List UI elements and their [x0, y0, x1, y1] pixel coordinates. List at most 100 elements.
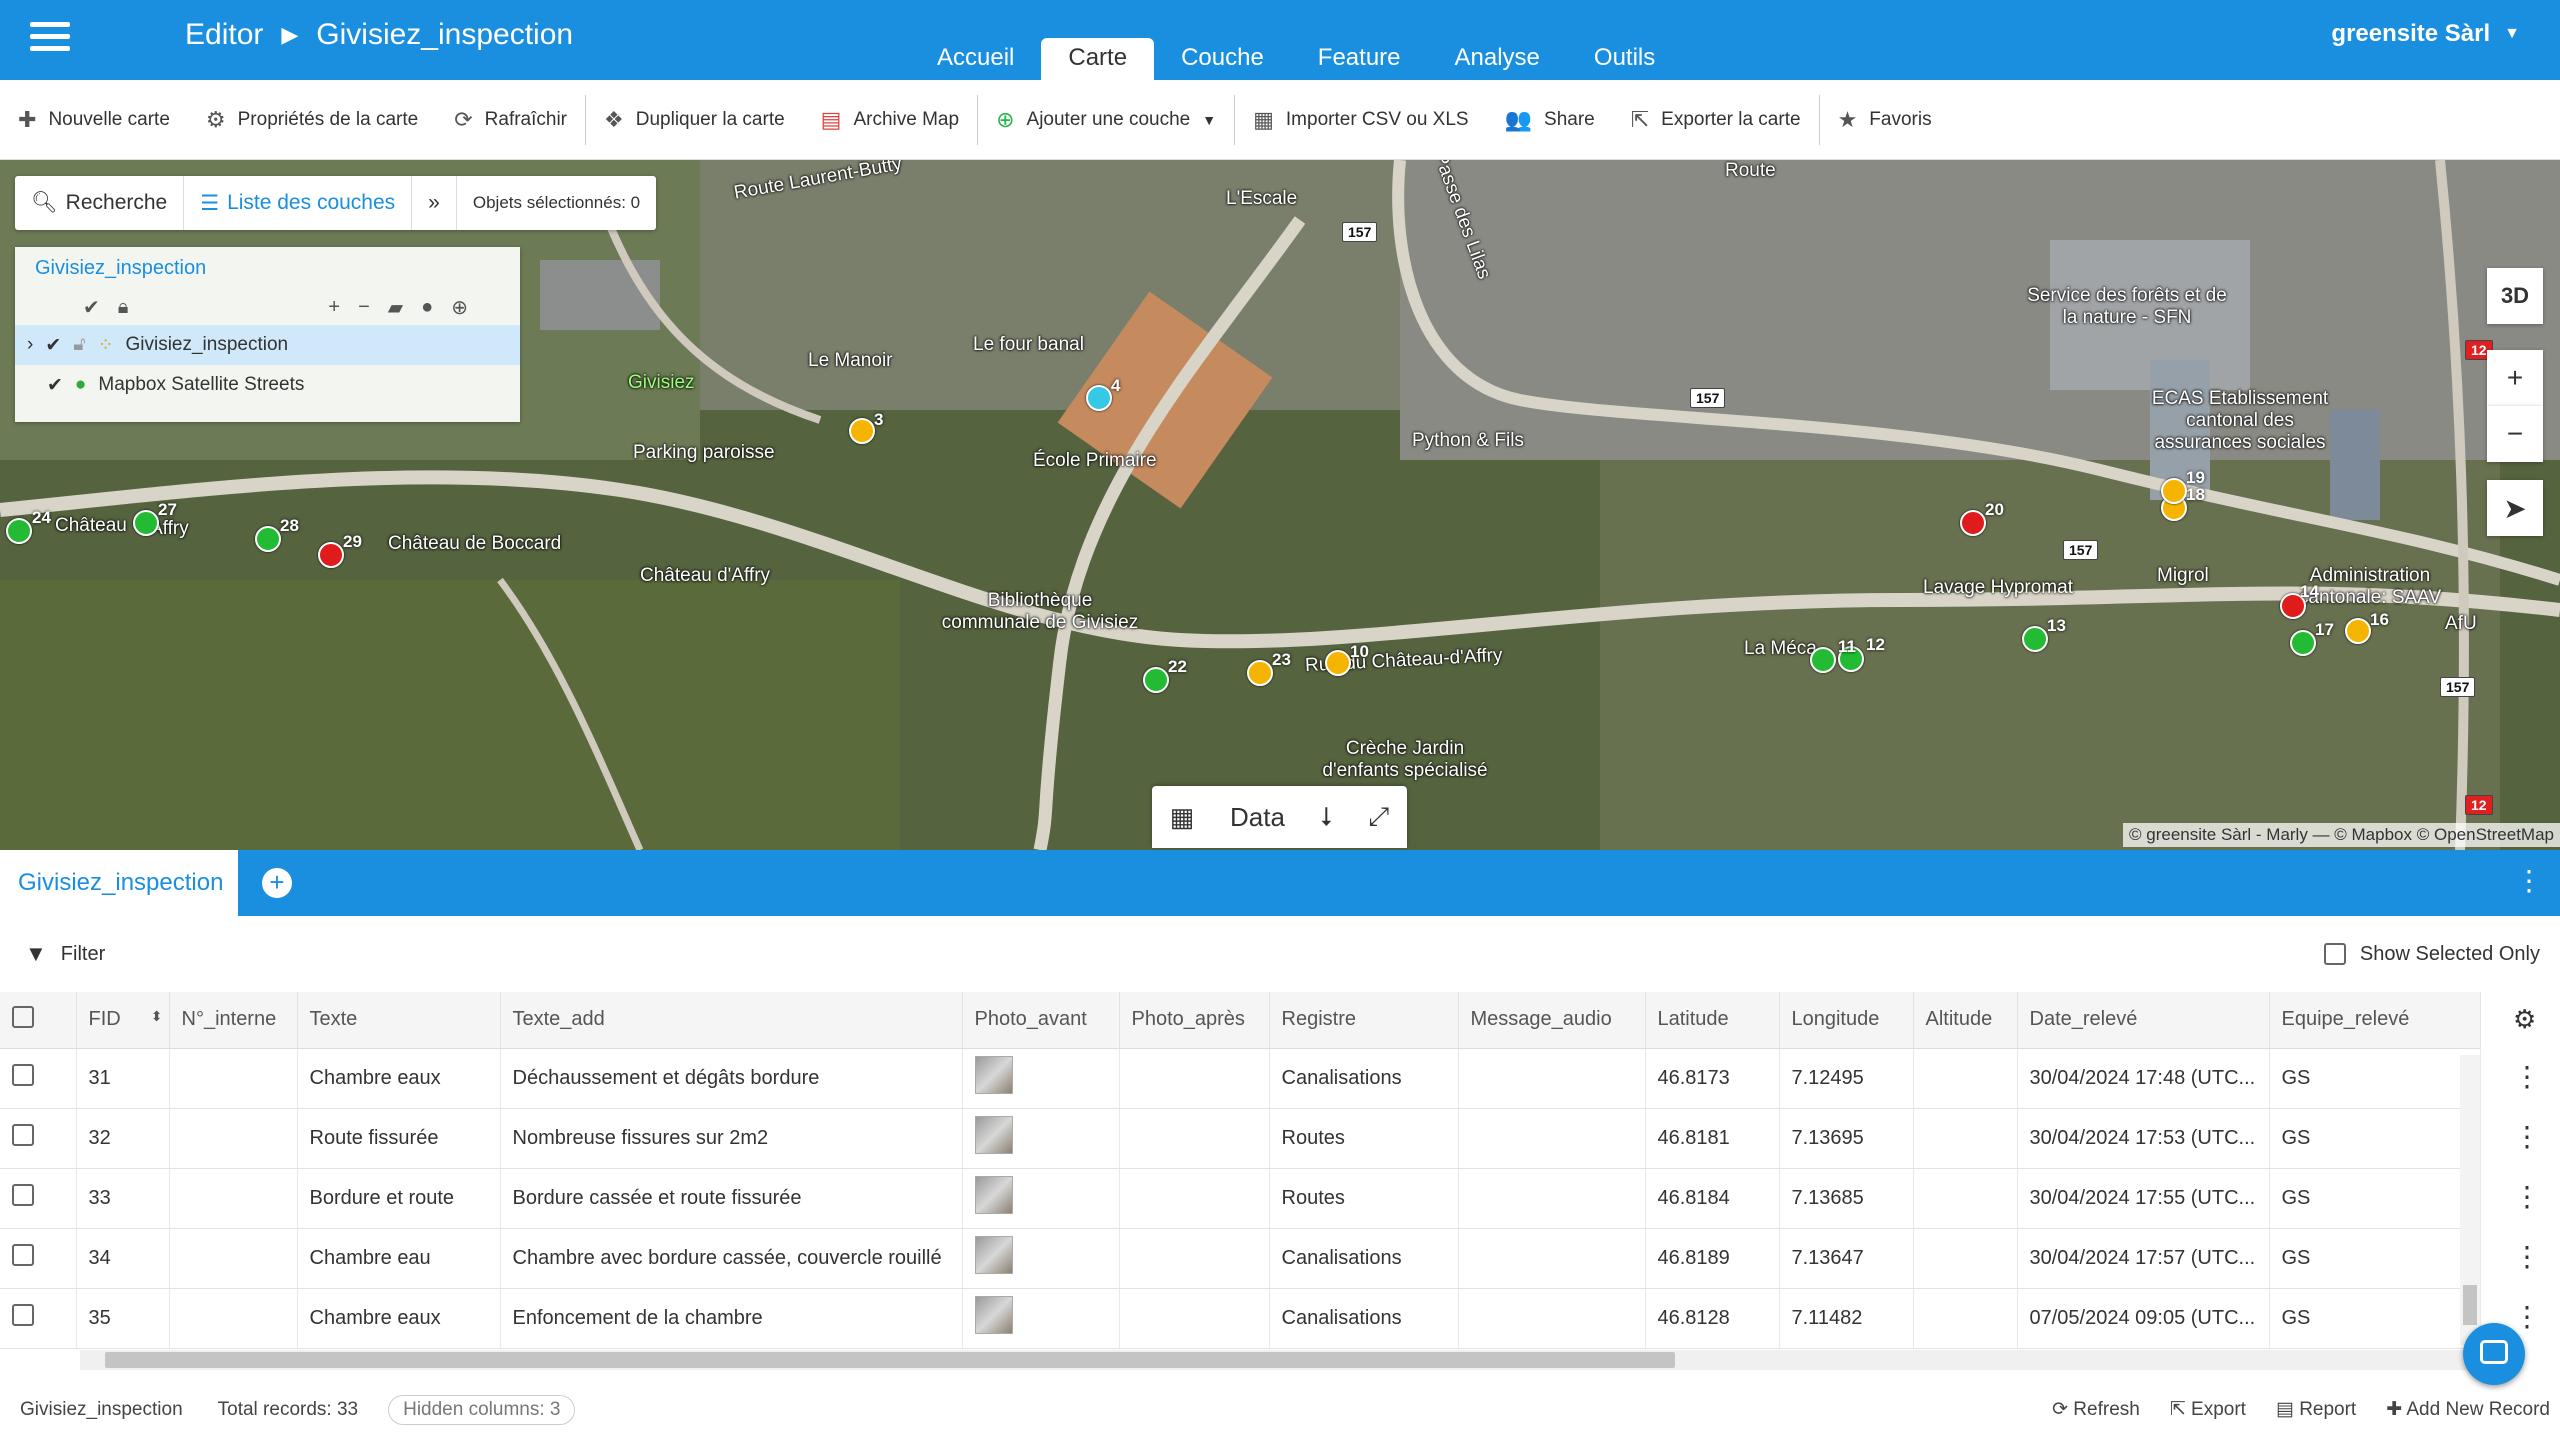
photo-avant-cell[interactable] — [962, 1048, 1120, 1109]
column-header[interactable]: Latitude — [1645, 992, 1780, 1049]
add-record-button[interactable]: ✚ Add New Record — [2386, 1398, 2550, 1421]
longitude-cell[interactable]: 7.13695 — [1779, 1108, 1914, 1169]
archive-map-button[interactable]: ▤ Archive Map — [803, 94, 979, 145]
registre-cell[interactable]: Canalisations — [1269, 1228, 1459, 1289]
row-checkbox[interactable] — [12, 1244, 34, 1266]
point-28-dot[interactable] — [255, 526, 281, 552]
date-cell[interactable]: 30/04/2024 17:53 (UTC... — [2017, 1108, 2270, 1169]
layer-row-givisiez[interactable]: › ✔ 🔓︎ ⁘ Givisiez_inspection — [15, 325, 520, 365]
map-properties-button[interactable]: ⚙ Propriétés de la carte — [188, 95, 436, 145]
chevron-right-icon[interactable]: › — [27, 334, 33, 356]
altitude-cell[interactable] — [1913, 1228, 2018, 1289]
photo-apres-cell[interactable] — [1119, 1288, 1270, 1349]
equipe-cell[interactable]: GS — [2269, 1108, 2481, 1169]
photo-avant-cell[interactable] — [962, 1108, 1120, 1169]
table-settings-icon[interactable]: ⚙ — [2513, 1004, 2536, 1035]
longitude-cell[interactable]: 7.13685 — [1779, 1168, 1914, 1229]
equipe-cell[interactable]: GS — [2269, 1288, 2481, 1349]
column-header[interactable]: Equipe_relevé — [2269, 992, 2481, 1049]
fid-cell[interactable]: 32 — [76, 1108, 170, 1169]
column-header[interactable]: Texte — [297, 992, 501, 1049]
date-cell[interactable]: 07/05/2024 09:05 (UTC... — [2017, 1288, 2270, 1349]
check-icon[interactable]: ✔ — [83, 295, 100, 320]
photo-thumbnail[interactable] — [974, 1296, 1013, 1334]
row-checkbox[interactable] — [12, 1124, 34, 1146]
refresh-button[interactable]: ⟳ Refresh — [2052, 1398, 2140, 1421]
refresh-map-button[interactable]: ⟳ Rafraîchir — [436, 94, 587, 145]
num-cell[interactable] — [169, 1048, 298, 1109]
photo-avant-cell[interactable] — [962, 1228, 1120, 1289]
photo-thumbnail[interactable] — [974, 1236, 1013, 1274]
layer-list-button[interactable]: ☰ Liste des couches — [184, 176, 413, 230]
hidden-columns-badge[interactable]: Hidden columns: 3 — [388, 1394, 576, 1425]
altitude-cell[interactable] — [1913, 1288, 2018, 1349]
visible-check-icon[interactable]: ✔ — [45, 334, 61, 357]
texte-add-cell[interactable]: Enfoncement de la chambre — [500, 1288, 963, 1349]
column-header[interactable]: FID ⬍ — [76, 992, 170, 1049]
column-header[interactable]: Photo_après — [1119, 992, 1270, 1049]
tab-outils[interactable]: Outils — [1567, 38, 1682, 80]
row-select-cell[interactable] — [0, 1288, 77, 1349]
table-row[interactable]: 35 Chambre eaux Enfoncement de la chambre C… — [0, 1288, 2481, 1349]
texte-cell[interactable]: Bordure et route — [297, 1168, 501, 1229]
toggle-3d-button[interactable]: 3D — [2487, 268, 2543, 324]
column-header[interactable]: Registre — [1269, 992, 1459, 1049]
import-button[interactable]: ▦ Importer CSV ou XLS — [1235, 95, 1487, 145]
photo-apres-cell[interactable] — [1119, 1168, 1270, 1229]
favorites-button[interactable]: ★ Favoris — [1820, 95, 1950, 145]
num-cell[interactable] — [169, 1228, 298, 1289]
photo-thumbnail[interactable] — [974, 1176, 1013, 1214]
photo-thumbnail[interactable] — [974, 1116, 1013, 1154]
fid-cell[interactable]: 33 — [76, 1168, 170, 1229]
add-layer-button[interactable]: ⊕ Ajouter une couche ▼ — [978, 94, 1236, 145]
column-header[interactable]: Message_audio — [1458, 992, 1646, 1049]
horizontal-scrollbar[interactable] — [80, 1350, 2480, 1370]
show-selected-checkbox[interactable] — [2323, 943, 2346, 965]
row-menu-icon[interactable]: ⋮ — [2513, 1240, 2541, 1273]
zoom-in-button[interactable]: + — [2487, 350, 2543, 406]
row-menu-icon[interactable]: ⋮ — [2513, 1180, 2541, 1213]
column-header[interactable]: N°_interne — [169, 992, 298, 1049]
share-button[interactable]: 👥 Share — [1487, 95, 1613, 145]
unlock-icon[interactable]: 🔓︎ — [73, 334, 85, 356]
minus-icon[interactable]: − — [358, 296, 370, 319]
tab-carte[interactable]: Carte — [1041, 38, 1155, 80]
texte-add-cell[interactable]: Nombreuse fissures sur 2m2 — [500, 1108, 963, 1169]
latitude-cell[interactable]: 46.8184 — [1645, 1168, 1780, 1229]
point-3-dot[interactable] — [849, 418, 875, 444]
row-select-cell[interactable] — [0, 1108, 77, 1169]
report-button[interactable]: ▤ Report — [2276, 1398, 2356, 1421]
point-4-dot[interactable] — [1086, 385, 1112, 411]
altitude-cell[interactable] — [1913, 1048, 2018, 1109]
vertical-scroll-thumb[interactable] — [2463, 1285, 2477, 1325]
chat-button[interactable] — [2463, 1323, 2525, 1385]
fid-cell[interactable]: 34 — [76, 1228, 170, 1289]
export-button[interactable]: ⇱ Export — [2170, 1398, 2246, 1421]
row-select-cell[interactable] — [0, 1228, 77, 1289]
num-cell[interactable] — [169, 1288, 298, 1349]
expand-toolbar-button[interactable]: » — [412, 176, 457, 230]
add-tab-icon[interactable]: + — [262, 868, 292, 898]
sort-icon[interactable]: ⬍ — [151, 1008, 163, 1025]
audio-cell[interactable] — [1458, 1168, 1646, 1229]
texte-cell[interactable]: Route fissurée — [297, 1108, 501, 1169]
registre-cell[interactable]: Canalisations — [1269, 1048, 1459, 1109]
point-23-dot[interactable] — [1247, 660, 1273, 686]
point-19-dot[interactable] — [2161, 478, 2187, 504]
point-27-dot[interactable] — [133, 510, 159, 536]
tab-accueil[interactable]: Accueil — [910, 38, 1041, 80]
user-menu[interactable]: greensite Sàrl ▼ — [2331, 20, 2520, 48]
fid-cell[interactable]: 31 — [76, 1048, 170, 1109]
texte-add-cell[interactable]: Chambre avec bordure cassée, couvercle r… — [500, 1228, 963, 1289]
visible-check-icon[interactable]: ✔ — [47, 374, 63, 397]
row-menu-icon[interactable]: ⋮ — [2513, 1300, 2541, 1333]
equipe-cell[interactable]: GS — [2269, 1168, 2481, 1229]
equipe-cell[interactable]: GS — [2269, 1048, 2481, 1109]
photo-apres-cell[interactable] — [1119, 1048, 1270, 1109]
num-cell[interactable] — [169, 1108, 298, 1169]
registre-cell[interactable]: Routes — [1269, 1108, 1459, 1169]
audio-cell[interactable] — [1458, 1108, 1646, 1169]
texte-cell[interactable]: Chambre eau — [297, 1228, 501, 1289]
texte-add-cell[interactable]: Déchaussement et dégâts bordure — [500, 1048, 963, 1109]
tab-feature[interactable]: Feature — [1291, 38, 1428, 80]
